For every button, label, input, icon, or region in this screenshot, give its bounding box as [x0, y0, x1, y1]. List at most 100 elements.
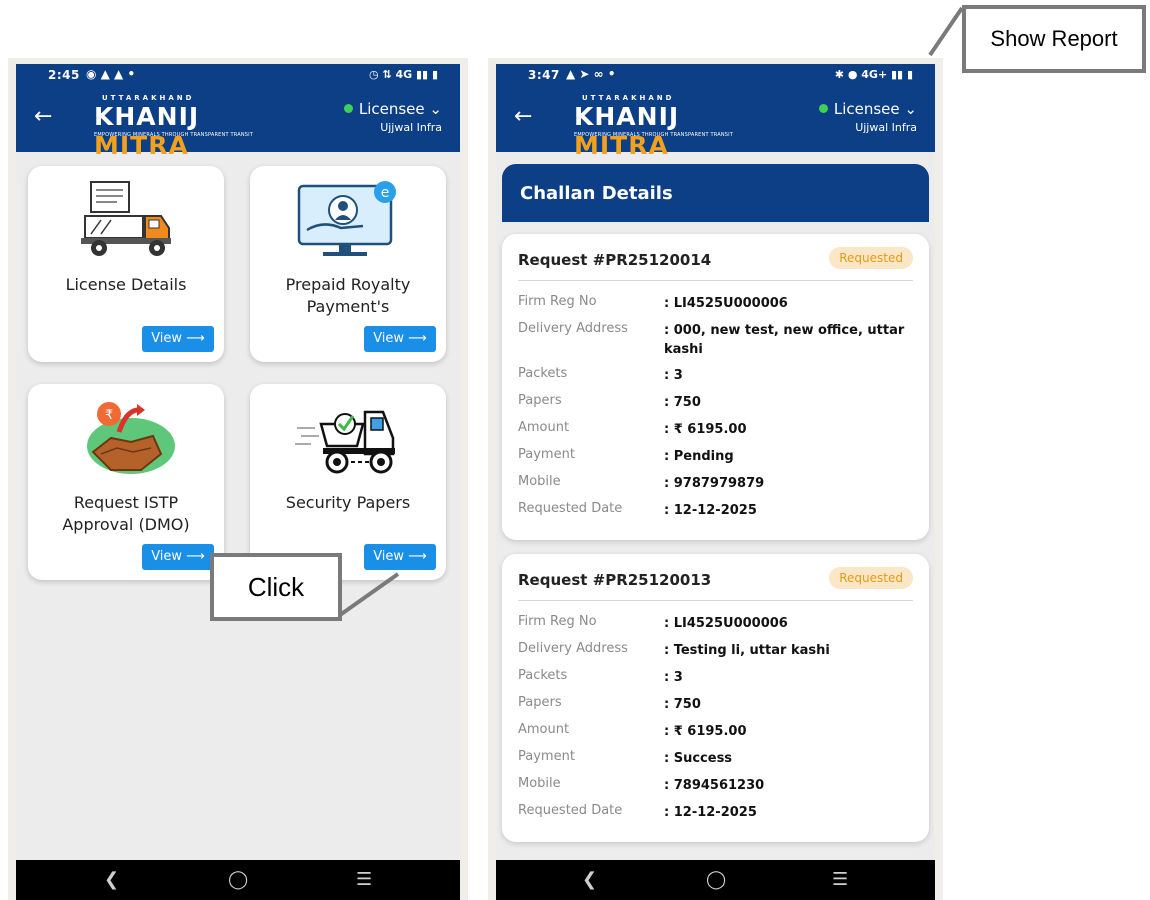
- field-value: : 12-12-2025: [664, 805, 757, 820]
- view-button-prepaid-royalty[interactable]: View ⟶: [364, 326, 436, 352]
- divider: [518, 600, 913, 601]
- field-value: : 3: [664, 368, 683, 383]
- tile-security-papers[interactable]: Security Papers View ⟶: [250, 384, 446, 580]
- tile-request-istp[interactable]: ₹ Request ISTP Approval (DMO) View ⟶: [28, 384, 224, 580]
- truck-icon: [81, 181, 171, 256]
- show-report-callout: Show Report: [962, 5, 1146, 73]
- app-logo: UTTARAKHAND KHANIJ MITRA EMPOWERING MINE…: [94, 94, 284, 160]
- divider: [518, 280, 913, 281]
- field-value: : 7894561230: [664, 778, 765, 793]
- field-value: : Success: [664, 751, 733, 766]
- role-label: Licensee: [358, 100, 425, 118]
- field-label: Delivery Address: [518, 321, 628, 336]
- challan-details-header: Challan Details: [502, 164, 929, 222]
- field-label: Payment: [518, 749, 575, 764]
- logo-title: KHANIJ MITRA: [94, 102, 284, 160]
- nav-home-icon[interactable]: ◯: [706, 869, 726, 890]
- field-value: : 750: [664, 395, 701, 410]
- network-type: 4G: [395, 68, 413, 81]
- status-badge: Requested: [829, 567, 913, 589]
- logo-tagline: EMPOWERING MINERALS THROUGH TRANSPARENT …: [94, 132, 254, 138]
- nav-recents-icon[interactable]: ☰: [832, 869, 848, 890]
- app-header: 3:47 ▲ ➤ ∞ • ✱ ● 4G+ ▮▮ ▮ ← UTTARAKHAND …: [496, 64, 935, 160]
- field-value: : LI4525U000006: [664, 616, 788, 631]
- field-value: : 000, new test, new office, uttar kashi: [664, 323, 905, 357]
- payment-monitor-icon: e: [297, 181, 396, 256]
- field-value: : 9787979879: [664, 476, 765, 491]
- company-name: Ujjwal Infra: [855, 121, 917, 134]
- challan-screen: 3:47 ▲ ➤ ∞ • ✱ ● 4G+ ▮▮ ▮ ← UTTARAKHAND …: [496, 64, 935, 900]
- nav-home-icon[interactable]: ◯: [228, 869, 248, 890]
- role-selector[interactable]: Licensee ⌄ Ujjwal Infra: [343, 100, 442, 134]
- tile-label: Prepaid Royalty Payment's: [285, 275, 411, 316]
- status-time: 2:45: [48, 68, 80, 82]
- field-value: : 12-12-2025: [664, 503, 757, 518]
- nav-back-icon[interactable]: ❮: [582, 869, 597, 890]
- field-value: : LI4525U000006: [664, 296, 788, 311]
- tile-license-details[interactable]: License Details View ⟶: [28, 166, 224, 362]
- field-label: Payment: [518, 447, 575, 462]
- network-type: 4G+: [861, 68, 888, 81]
- notification-icons: ▲ ➤ ∞ •: [566, 67, 616, 81]
- field-label: Papers: [518, 393, 562, 408]
- field-value: : Pending: [664, 449, 734, 464]
- field-label: Amount: [518, 420, 570, 435]
- back-arrow-icon[interactable]: ←: [514, 104, 532, 129]
- view-button-license[interactable]: View ⟶: [142, 326, 214, 352]
- tile-label: Security Papers: [285, 493, 411, 512]
- request-id: Request #PR25120013: [518, 571, 712, 589]
- logo-word-1: KHANIJ: [94, 102, 200, 131]
- section-title: Challan Details: [520, 183, 673, 204]
- online-dot-icon: [818, 104, 828, 113]
- role-label: Licensee: [833, 100, 900, 118]
- logo-word-1: KHANIJ: [574, 102, 680, 131]
- app-logo: UTTARAKHAND KHANIJ MITRA EMPOWERING MINE…: [574, 94, 764, 160]
- field-label: Requested Date: [518, 501, 623, 516]
- chevron-down-icon: ⌄: [429, 100, 442, 118]
- app-header: 2:45 ◉ ▲ ▲ • ◷ ⇅ 4G ▮▮ ▮ ← UTTARAKHAND K…: [16, 64, 460, 160]
- challan-card[interactable]: Request #PR25120013 Requested Firm Reg N…: [502, 554, 929, 842]
- field-value: : 750: [664, 697, 701, 712]
- phone-screen-challan: 3:47 ▲ ➤ ∞ • ✱ ● 4G+ ▮▮ ▮ ← UTTARAKHAND …: [488, 58, 943, 900]
- field-value: : Testing li, uttar kashi: [664, 643, 830, 658]
- signal-icons: ✱ ● 4G+ ▮▮ ▮: [834, 68, 913, 81]
- field-value: : ₹ 6195.00: [664, 422, 747, 437]
- nav-back-icon[interactable]: ❮: [104, 869, 119, 890]
- logo-state: UTTARAKHAND: [102, 94, 195, 102]
- role-selector[interactable]: Licensee ⌄ Ujjwal Infra: [818, 100, 917, 134]
- tile-prepaid-royalty[interactable]: e Prepaid Royalty Payment's View ⟶: [250, 166, 446, 362]
- field-label: Requested Date: [518, 803, 623, 818]
- notification-icons: ◉ ▲ ▲ •: [86, 67, 136, 81]
- online-dot-icon: [343, 104, 353, 113]
- signal-icons: ◷ ⇅ 4G ▮▮ ▮: [369, 68, 438, 81]
- challan-card[interactable]: Request #PR25120014 Requested Firm Reg N…: [502, 234, 929, 540]
- field-label: Packets: [518, 366, 568, 381]
- dashboard-screen: 2:45 ◉ ▲ ▲ • ◷ ⇅ 4G ▮▮ ▮ ← UTTARAKHAND K…: [16, 64, 460, 900]
- logo-title: KHANIJ MITRA: [574, 102, 764, 160]
- field-label: Firm Reg No: [518, 294, 597, 309]
- status-time: 3:47: [528, 68, 560, 82]
- logo-state: UTTARAKHAND: [582, 94, 675, 102]
- company-name: Ujjwal Infra: [380, 121, 442, 134]
- field-label: Packets: [518, 668, 568, 683]
- field-label: Amount: [518, 722, 570, 737]
- field-label: Papers: [518, 695, 562, 710]
- back-arrow-icon[interactable]: ←: [34, 104, 52, 129]
- svg-text:₹: ₹: [105, 408, 113, 423]
- click-callout: Click: [210, 553, 342, 621]
- phone-screen-dashboard: 2:45 ◉ ▲ ▲ • ◷ ⇅ 4G ▮▮ ▮ ← UTTARAKHAND K…: [8, 58, 468, 900]
- tile-label: License Details: [65, 275, 187, 294]
- nav-recents-icon[interactable]: ☰: [356, 869, 372, 890]
- view-button-security-papers[interactable]: View ⟶: [364, 544, 436, 570]
- svg-text:e: e: [381, 185, 390, 201]
- logo-tagline: EMPOWERING MINERALS THROUGH TRANSPARENT …: [574, 132, 734, 138]
- dumper-truck-icon: [295, 410, 395, 474]
- tile-label: Request ISTP Approval (DMO): [62, 493, 190, 534]
- field-label: Firm Reg No: [518, 614, 597, 629]
- request-id: Request #PR25120014: [518, 251, 712, 269]
- chevron-down-icon: ⌄: [904, 100, 917, 118]
- field-label: Mobile: [518, 474, 561, 489]
- rupee-mineral-icon: ₹: [87, 402, 175, 474]
- view-button-istp[interactable]: View ⟶: [142, 544, 214, 570]
- android-nav-bar: ❮ ◯ ☰: [496, 860, 935, 900]
